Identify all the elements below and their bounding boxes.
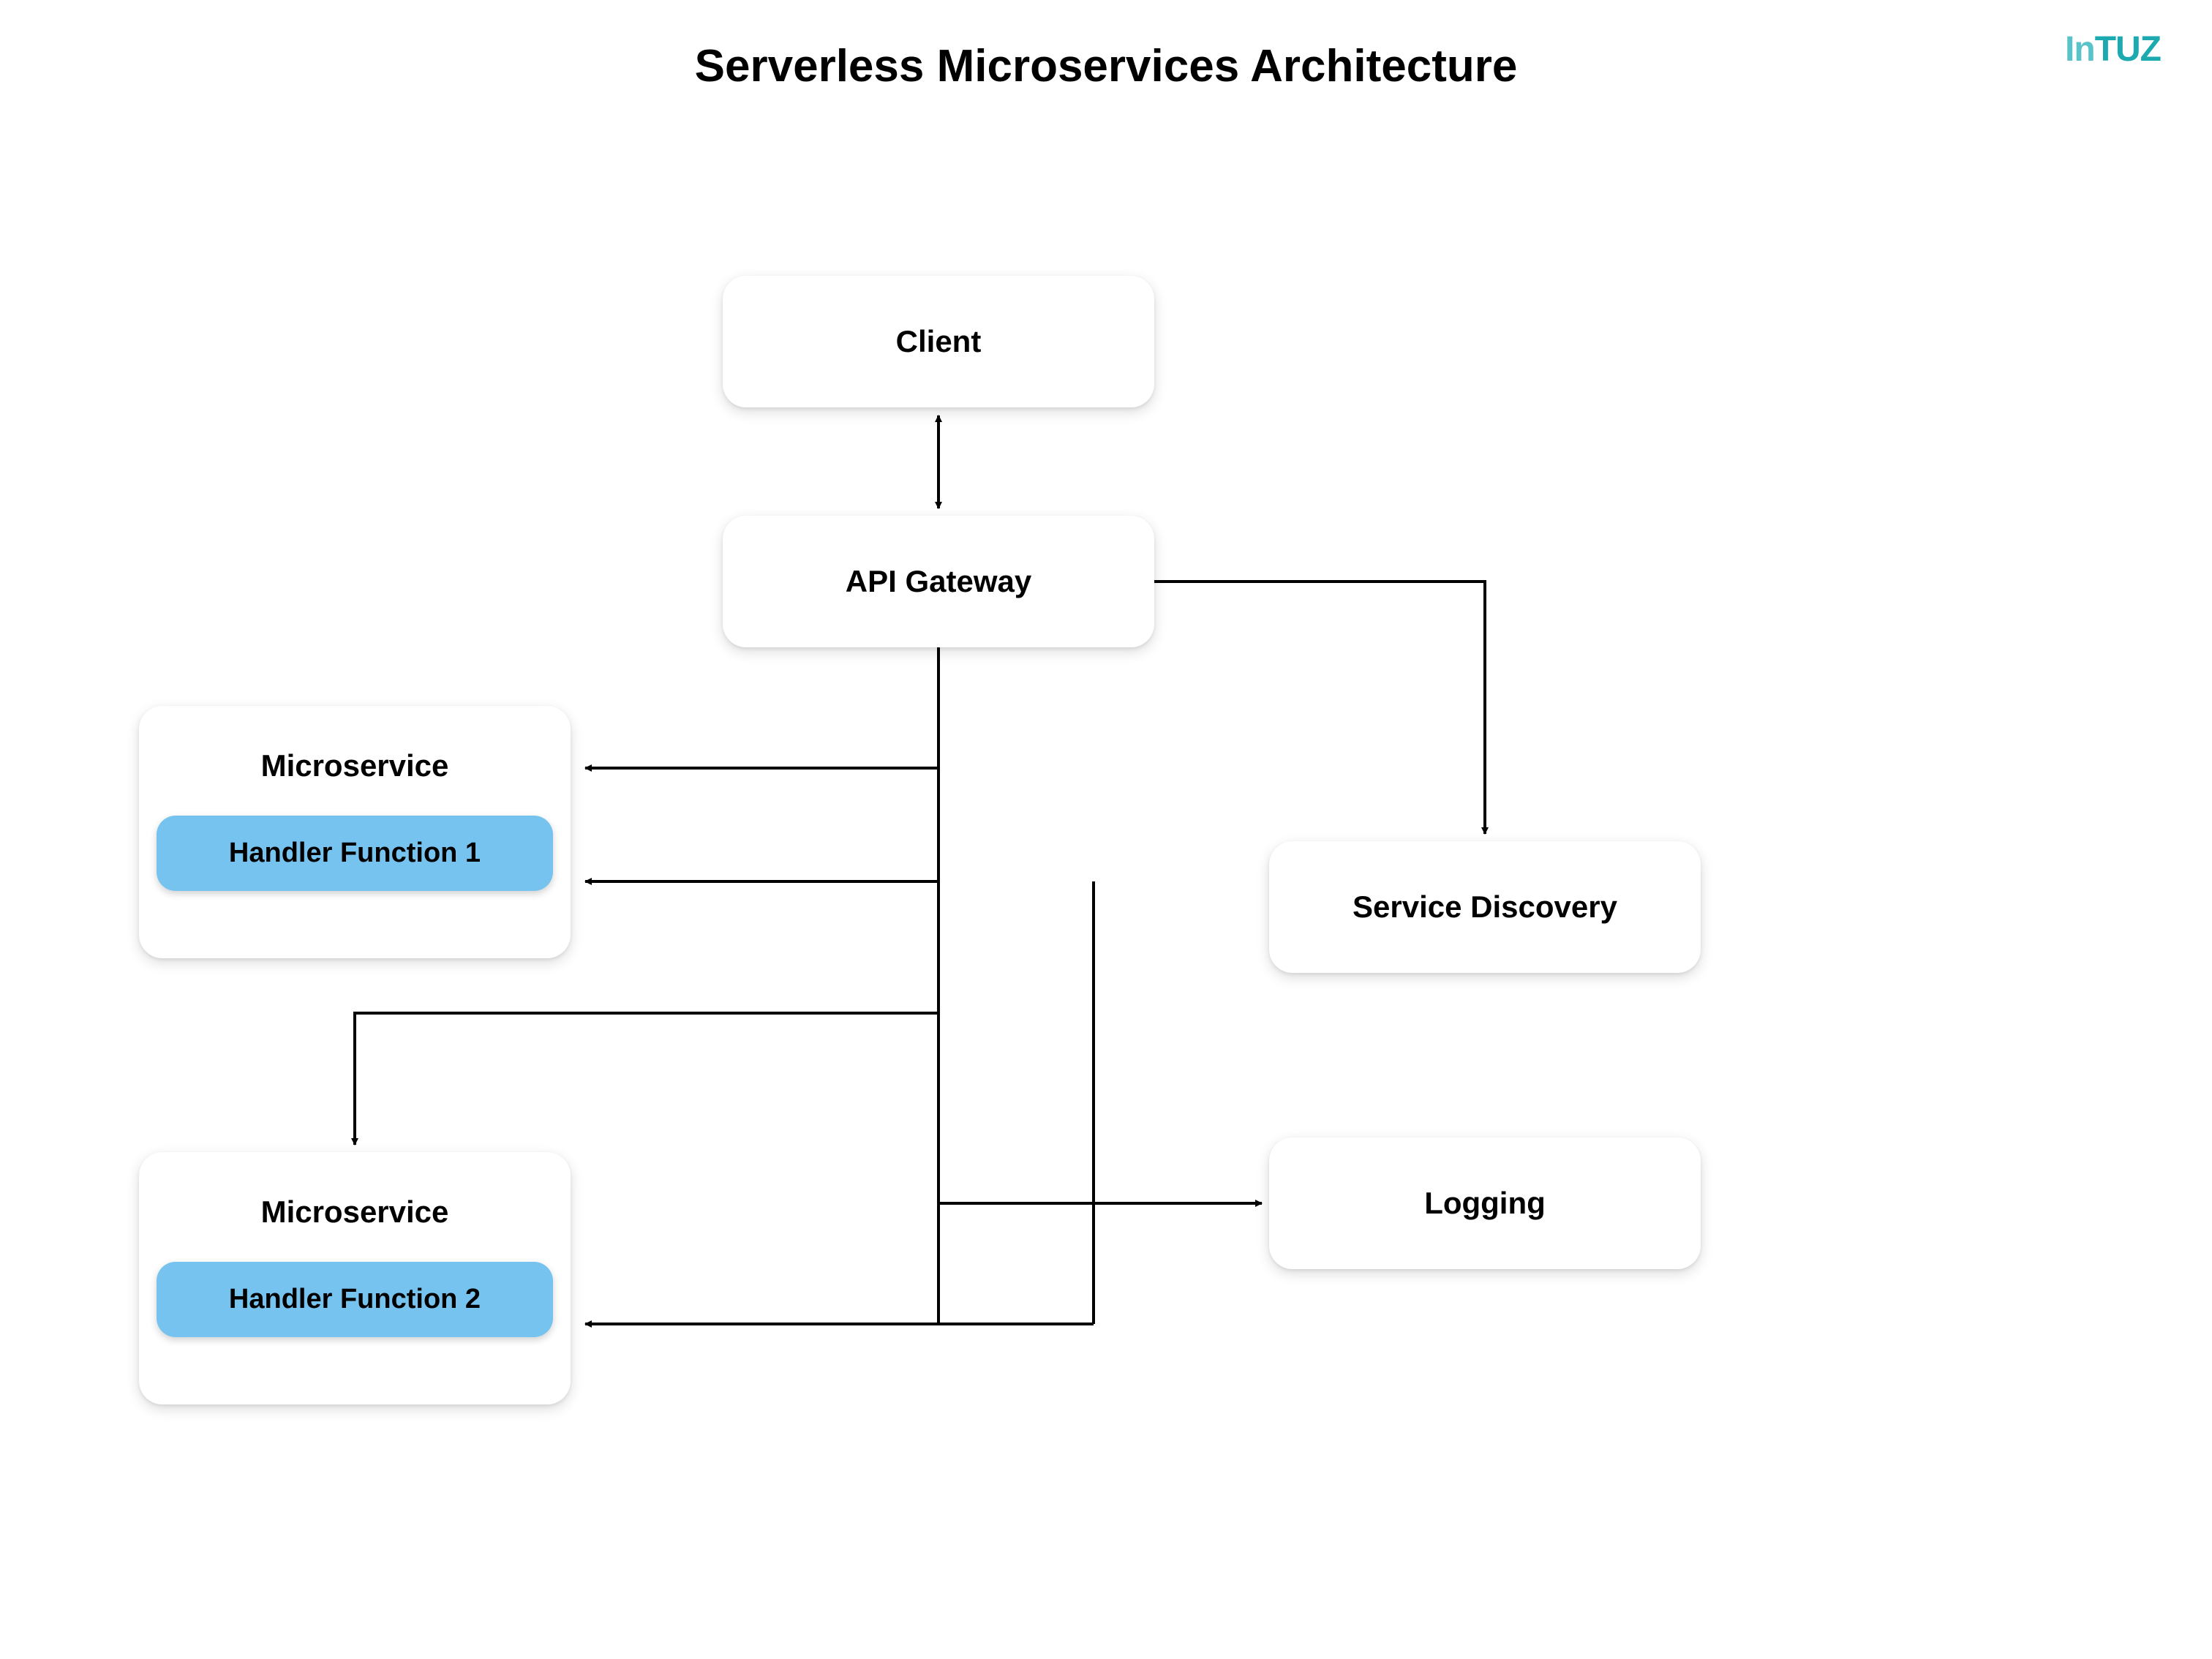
logo-part1: In <box>2065 30 2095 69</box>
node-api-gateway: API Gateway <box>723 516 1154 647</box>
node-api-gateway-label: API Gateway <box>846 564 1031 599</box>
logo: InTUZ <box>2065 29 2161 69</box>
node-logging: Logging <box>1269 1137 1701 1269</box>
node-logging-label: Logging <box>1424 1186 1546 1221</box>
node-handler-function-2: Handler Function 2 <box>157 1262 553 1337</box>
node-microservice-2-title: Microservice <box>157 1170 553 1262</box>
node-microservice-2: Microservice Handler Function 2 <box>139 1152 571 1404</box>
node-microservice-1: Microservice Handler Function 1 <box>139 706 571 958</box>
node-service-discovery-label: Service Discovery <box>1353 889 1617 925</box>
diagram-title: Serverless Microservices Architecture <box>695 40 1518 92</box>
node-client-label: Client <box>896 324 982 359</box>
node-service-discovery: Service Discovery <box>1269 841 1701 973</box>
node-microservice-1-title: Microservice <box>157 723 553 816</box>
logo-part2: TUZ <box>2095 30 2161 69</box>
node-client: Client <box>723 276 1154 407</box>
node-handler-function-1: Handler Function 1 <box>157 816 553 891</box>
